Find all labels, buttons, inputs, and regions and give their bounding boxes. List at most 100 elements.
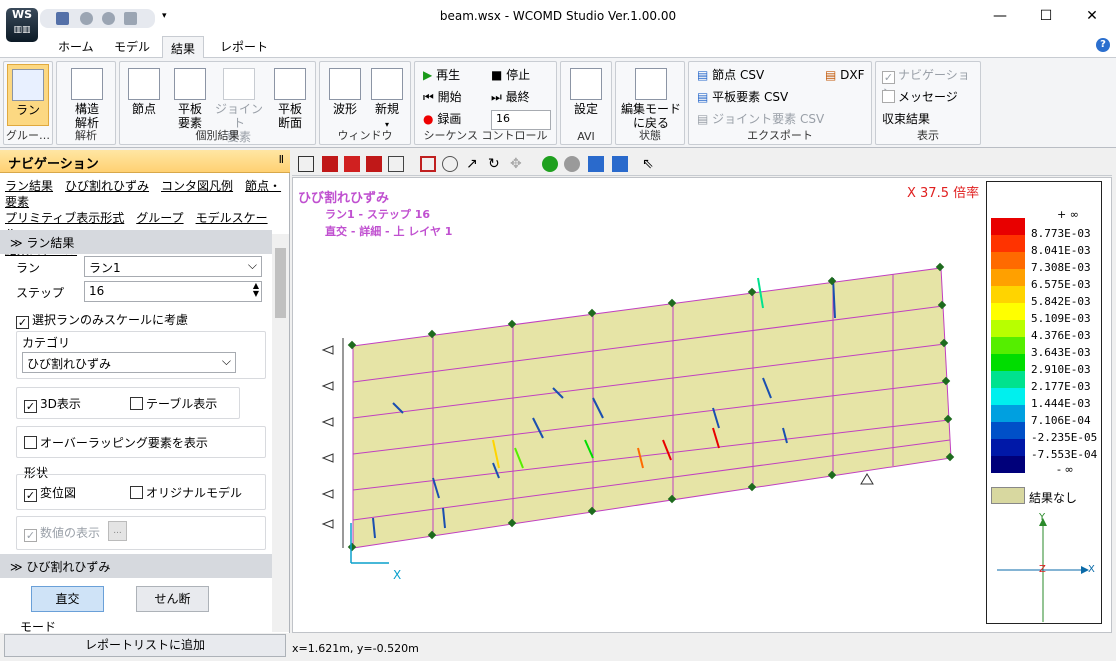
- chevron-up-icon: ≫: [10, 560, 23, 574]
- original-checkbox[interactable]: [130, 486, 143, 499]
- step-spinner-value: 16: [89, 284, 105, 298]
- zoom-fit-icon[interactable]: [420, 156, 436, 172]
- legend-swatch: [991, 405, 1025, 422]
- joint-csv-button[interactable]: ▤ ジョイント要素 CSV: [697, 110, 824, 128]
- table-checkbox[interactable]: [130, 397, 143, 410]
- original-option[interactable]: オリジナルモデル: [130, 484, 242, 501]
- select-all-icon[interactable]: [298, 156, 314, 172]
- back-to-edit-button[interactable]: 編集モード に戻る: [620, 68, 682, 130]
- group-state: 編集モード に戻る 状態: [615, 61, 685, 145]
- plate-csv-button[interactable]: ▤ 平板要素 CSV: [697, 88, 788, 106]
- category-select[interactable]: ひび割れひずみ ⌵: [22, 352, 236, 373]
- last-button[interactable]: ⏭ 最終: [491, 88, 530, 106]
- node-csv-button[interactable]: ▤ 節点 CSV: [697, 66, 764, 84]
- view-iso-icon[interactable]: [344, 156, 360, 172]
- show-3d-option[interactable]: ✓ 3D表示: [24, 395, 81, 413]
- move-icon[interactable]: ✥: [510, 156, 526, 172]
- message-checkbox[interactable]: [882, 90, 895, 103]
- group-window: 波形 新規 ▾ ウィンドウ: [319, 61, 411, 145]
- view-side-icon[interactable]: [366, 156, 382, 172]
- tab-home[interactable]: ホーム: [58, 38, 94, 55]
- overlap-checkbox[interactable]: [24, 436, 37, 449]
- message-toggle[interactable]: メッセージ: [882, 88, 958, 106]
- app-logo[interactable]: WS ▥▥: [6, 8, 38, 42]
- scroll-thumb[interactable]: [275, 248, 286, 318]
- link-crack-strain[interactable]: ひび割れひずみ: [65, 179, 149, 193]
- pin-icon[interactable]: Ⅱ: [279, 153, 284, 166]
- snapshot-icon[interactable]: [588, 156, 604, 172]
- table-option[interactable]: テーブル表示: [130, 395, 217, 412]
- deformed-option[interactable]: ✓ 変位図: [24, 484, 76, 502]
- numeric-checkbox[interactable]: ✓: [24, 529, 37, 542]
- section-run-results[interactable]: ≫ ラン結果: [0, 230, 272, 254]
- new-window-button[interactable]: 新規 ▾: [368, 68, 406, 132]
- plate-element-button[interactable]: 平板 要素: [168, 68, 212, 130]
- navigation-toggle[interactable]: ✓ナビゲーション: [882, 66, 980, 100]
- section-crack-strain[interactable]: ≫ ひび割れひずみ: [0, 554, 272, 578]
- scale-only-checkbox[interactable]: ✓: [16, 316, 29, 329]
- minimize-button[interactable]: —: [990, 8, 1010, 24]
- node-csv-label: 節点 CSV: [712, 68, 765, 82]
- step-spinner[interactable]: 16 ▲ ▼: [84, 281, 262, 302]
- link-group[interactable]: グループ: [136, 211, 183, 225]
- start-button[interactable]: ⏮ 開始: [423, 88, 462, 106]
- run-button[interactable]: ラン: [7, 64, 49, 126]
- navigation-scrollbar[interactable]: [272, 234, 289, 632]
- new-window-icon: [371, 68, 403, 100]
- forward-icon[interactable]: [564, 156, 580, 172]
- tab-report[interactable]: レポート: [220, 38, 268, 55]
- shear-button[interactable]: せん断: [136, 586, 209, 612]
- group-export: ▤ 節点 CSV ▤ DXF ▤ 平板要素 CSV ▤ ジョイント要素 CSV …: [688, 61, 872, 145]
- legend-value: -2.235E-05: [1031, 431, 1098, 444]
- legend-swatch: [991, 320, 1025, 337]
- numeric-option[interactable]: ✓ 数値の表示: [24, 524, 100, 542]
- convergence-result-button[interactable]: 収束結果: [882, 110, 930, 128]
- navigation-checkbox[interactable]: ✓: [882, 71, 895, 84]
- waveform-button[interactable]: 波形: [326, 68, 364, 116]
- pan-icon[interactable]: ↗: [466, 156, 482, 172]
- tab-results[interactable]: 結果: [162, 36, 205, 59]
- plate-section-button[interactable]: 平板 断面: [268, 68, 312, 130]
- view-front-icon[interactable]: [322, 156, 338, 172]
- deformed-checkbox[interactable]: ✓: [24, 489, 37, 502]
- plate-section-label: 平板 断面: [277, 102, 302, 130]
- node-button[interactable]: 節点: [124, 68, 164, 116]
- record-button[interactable]: ● 録画: [423, 110, 461, 128]
- rotate-icon[interactable]: ↻: [488, 156, 504, 172]
- overlap-option[interactable]: オーバーラッピング要素を表示: [24, 434, 208, 451]
- legend-value: 4.376E-03: [1031, 329, 1091, 342]
- axis-y-label: Y: [1039, 512, 1046, 523]
- direct-button[interactable]: 直交: [31, 586, 104, 612]
- numeric-options-button[interactable]: ...: [108, 521, 127, 541]
- maximize-button[interactable]: ☐: [1036, 8, 1056, 24]
- app-logo-text: WS: [11, 8, 33, 21]
- add-to-report-button[interactable]: レポートリストに追加: [4, 634, 286, 657]
- group-sequence: ▶ 再生 ■ 停止 ⏮ 開始 ⏭ 最終 ● 録画 16 シーケンス コントロール: [414, 61, 557, 145]
- link-run-results[interactable]: ラン結果: [5, 179, 53, 193]
- close-button[interactable]: ✕: [1082, 8, 1102, 24]
- link-primitive-format[interactable]: プリミティブ表示形式: [5, 211, 124, 225]
- play-button[interactable]: ▶ 再生: [423, 66, 460, 84]
- navigation-panel: ナビゲーション Ⅱ ラン結果 ひび割れひずみ コンタ図凡例 節点・要素 プリミティブ表…: [0, 150, 290, 634]
- structural-analysis-button[interactable]: 構造 解析: [63, 68, 111, 130]
- stop-button[interactable]: ■ 停止: [491, 66, 530, 84]
- analysis-icon: [71, 68, 103, 100]
- group-export-label: エクスポート: [747, 129, 813, 142]
- run-select[interactable]: ラン1 ⌵: [84, 256, 262, 277]
- avi-settings-button[interactable]: 設定: [567, 68, 605, 116]
- show-3d-checkbox[interactable]: ✓: [24, 400, 37, 413]
- dxf-button[interactable]: ▤ DXF: [825, 66, 865, 84]
- link-contour-legend[interactable]: コンタ図凡例: [161, 179, 233, 193]
- help-icon[interactable]: ?: [1096, 38, 1110, 52]
- zoom-icon[interactable]: [442, 156, 458, 172]
- dxf-label: DXF: [840, 68, 865, 82]
- scale-only-option[interactable]: ✓ 選択ランのみスケールに考慮: [16, 311, 188, 329]
- spinner-arrows-icon[interactable]: ▲ ▼: [253, 282, 259, 298]
- info-icon[interactable]: [612, 156, 628, 172]
- tab-model[interactable]: モデル: [114, 38, 150, 55]
- plate-csv-label: 平板要素 CSV: [712, 90, 789, 104]
- dxf-icon: ▤: [825, 68, 837, 82]
- back-icon[interactable]: [542, 156, 558, 172]
- pointer-icon[interactable]: ⇖: [642, 156, 658, 172]
- view-wire-icon[interactable]: [388, 156, 404, 172]
